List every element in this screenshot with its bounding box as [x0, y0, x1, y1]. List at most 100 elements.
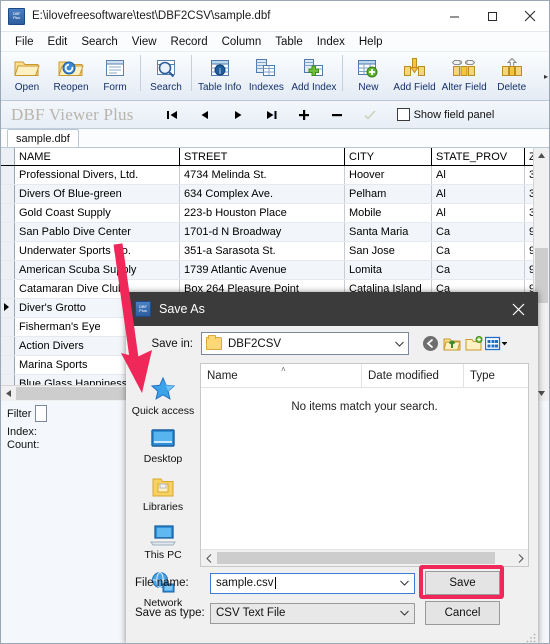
- back-navigation-icon[interactable]: [419, 333, 441, 355]
- cell-name[interactable]: Professional Divers, Ltd.: [14, 165, 180, 185]
- checkbox-box[interactable]: [396, 108, 410, 121]
- change-view-icon[interactable]: [485, 333, 507, 355]
- row-selector[interactable]: [1, 165, 15, 185]
- chevron-down-icon[interactable]: [394, 578, 414, 588]
- cell-name[interactable]: San Pablo Dive Center: [14, 222, 180, 242]
- toolbar-reopen-button[interactable]: Reopen: [49, 52, 93, 100]
- first-record-button[interactable]: [156, 104, 189, 126]
- delete-record-button[interactable]: [321, 104, 354, 126]
- cell-street[interactable]: 4734 Melinda St.: [179, 165, 345, 185]
- file-list-horizontal-scrollbar[interactable]: [201, 549, 528, 566]
- cell-city[interactable]: Mobile: [344, 203, 432, 223]
- toolbar-search-button[interactable]: Search: [144, 52, 188, 100]
- toolbar-new-button[interactable]: New: [346, 52, 390, 100]
- row-selector[interactable]: [1, 203, 15, 223]
- cell-state[interactable]: Al: [431, 203, 525, 223]
- place-libraries[interactable]: Libraries: [126, 469, 200, 513]
- table-row[interactable]: Gold Coast Supply 223-b Houston Place Mobi…: [1, 203, 549, 223]
- grid-col-name[interactable]: NAME: [14, 148, 180, 166]
- cell-state[interactable]: Al: [431, 184, 525, 204]
- toolbar-add-index-button[interactable]: Add Index: [288, 52, 339, 100]
- cell-name[interactable]: Gold Coast Supply: [14, 203, 180, 223]
- table-row[interactable]: American Scuba Supply 1739 Atlantic Avenu…: [1, 260, 549, 280]
- save-in-combobox[interactable]: DBF2CSV: [201, 332, 409, 355]
- next-record-button[interactable]: [222, 104, 255, 126]
- toolbar-alter-field-button[interactable]: Alter Field: [439, 52, 490, 100]
- close-button[interactable]: [511, 1, 549, 31]
- last-record-button[interactable]: [255, 104, 288, 126]
- cell-street[interactable]: 1739 Atlantic Avenue: [179, 260, 345, 280]
- cell-street[interactable]: 351-a Sarasota St.: [179, 241, 345, 261]
- toolbar-overflow-icon[interactable]: ▸: [544, 72, 548, 81]
- menu-index[interactable]: Index: [310, 36, 352, 48]
- maximize-button[interactable]: [473, 1, 511, 31]
- cell-state[interactable]: Ca: [431, 260, 525, 280]
- row-selector[interactable]: [1, 222, 15, 242]
- cell-state[interactable]: Al: [431, 165, 525, 185]
- file-col-name[interactable]: Name ˄: [201, 364, 362, 387]
- create-new-folder-icon[interactable]: [463, 333, 485, 355]
- row-selector-current[interactable]: [1, 298, 15, 318]
- toolbar-open-button[interactable]: Open: [5, 52, 49, 100]
- cell-city[interactable]: San Jose: [344, 241, 432, 261]
- menu-edit[interactable]: Edit: [41, 36, 75, 48]
- scroll-thumb-horizontal[interactable]: [217, 552, 495, 564]
- cell-street[interactable]: 634 Complex Ave.: [179, 184, 345, 204]
- post-edit-button[interactable]: [354, 104, 387, 126]
- toolbar-form-button[interactable]: Form: [93, 52, 137, 100]
- menu-table[interactable]: Table: [268, 36, 310, 48]
- add-record-button[interactable]: [288, 104, 321, 126]
- menu-view[interactable]: View: [125, 36, 164, 48]
- table-row[interactable]: Professional Divers, Ltd. 4734 Melinda St…: [1, 165, 549, 185]
- menu-file[interactable]: File: [8, 36, 41, 48]
- dialog-resize-grip[interactable]: [526, 633, 536, 643]
- cell-city[interactable]: Santa Maria: [344, 222, 432, 242]
- file-col-type[interactable]: Type: [464, 364, 528, 387]
- minimize-button[interactable]: [435, 1, 473, 31]
- toolbar-table-info-button[interactable]: i Table Info: [195, 52, 244, 100]
- up-one-level-icon[interactable]: [441, 333, 463, 355]
- scroll-up-icon[interactable]: [534, 148, 549, 163]
- file-col-date-modified[interactable]: Date modified: [362, 364, 464, 387]
- scroll-left-icon[interactable]: [1, 386, 16, 401]
- chevron-down-icon[interactable]: [394, 608, 414, 618]
- cell-state[interactable]: Ca: [431, 222, 525, 242]
- menu-column[interactable]: Column: [215, 36, 269, 48]
- row-selector[interactable]: [1, 336, 15, 356]
- file-name-input[interactable]: sample.csv: [210, 572, 415, 594]
- tab-sample-dbf[interactable]: sample.dbf: [7, 129, 79, 147]
- row-selector[interactable]: [1, 355, 15, 375]
- place-desktop[interactable]: Desktop: [126, 421, 200, 465]
- toolbar-indexes-button[interactable]: Indexes: [244, 52, 288, 100]
- file-list[interactable]: Name ˄ Date modified Type No items match…: [200, 363, 529, 567]
- cancel-button[interactable]: Cancel: [425, 601, 500, 625]
- scroll-thumb-horizontal[interactable]: [16, 387, 136, 400]
- grid-col-city[interactable]: CITY: [344, 148, 432, 166]
- dialog-close-button[interactable]: [498, 292, 538, 326]
- save-as-type-combobox[interactable]: CSV Text File: [210, 602, 415, 624]
- menu-record[interactable]: Record: [164, 36, 215, 48]
- cell-name[interactable]: Underwater Sports Co.: [14, 241, 180, 261]
- cell-city[interactable]: Lomita: [344, 260, 432, 280]
- menu-help[interactable]: Help: [352, 36, 390, 48]
- cell-street[interactable]: 223-b Houston Place: [179, 203, 345, 223]
- row-selector[interactable]: [1, 279, 15, 299]
- table-row[interactable]: San Pablo Dive Center 1701-d N Broadway Sa…: [1, 222, 549, 242]
- cell-name[interactable]: American Scuba Supply: [14, 260, 180, 280]
- place-quick-access[interactable]: Quick access: [126, 373, 200, 417]
- table-row[interactable]: Underwater Sports Co. 351-a Sarasota St. S…: [1, 241, 549, 261]
- place-this-pc[interactable]: This PC: [126, 517, 200, 561]
- scroll-left-icon[interactable]: [201, 551, 216, 566]
- row-selector[interactable]: [1, 241, 15, 261]
- row-selector[interactable]: [1, 317, 15, 337]
- cell-city[interactable]: Pelham: [344, 184, 432, 204]
- cell-name[interactable]: Divers Of Blue-green: [14, 184, 180, 204]
- cell-city[interactable]: Hoover: [344, 165, 432, 185]
- row-selector[interactable]: [1, 260, 15, 280]
- cell-street[interactable]: 1701-d N Broadway: [179, 222, 345, 242]
- show-field-panel-checkbox[interactable]: Show field panel: [396, 108, 494, 121]
- row-selector[interactable]: [1, 184, 15, 204]
- toolbar-add-field-button[interactable]: Add Field: [390, 52, 438, 100]
- table-row[interactable]: Divers Of Blue-green 634 Complex Ave. Pelh…: [1, 184, 549, 204]
- filter-input[interactable]: [35, 405, 48, 422]
